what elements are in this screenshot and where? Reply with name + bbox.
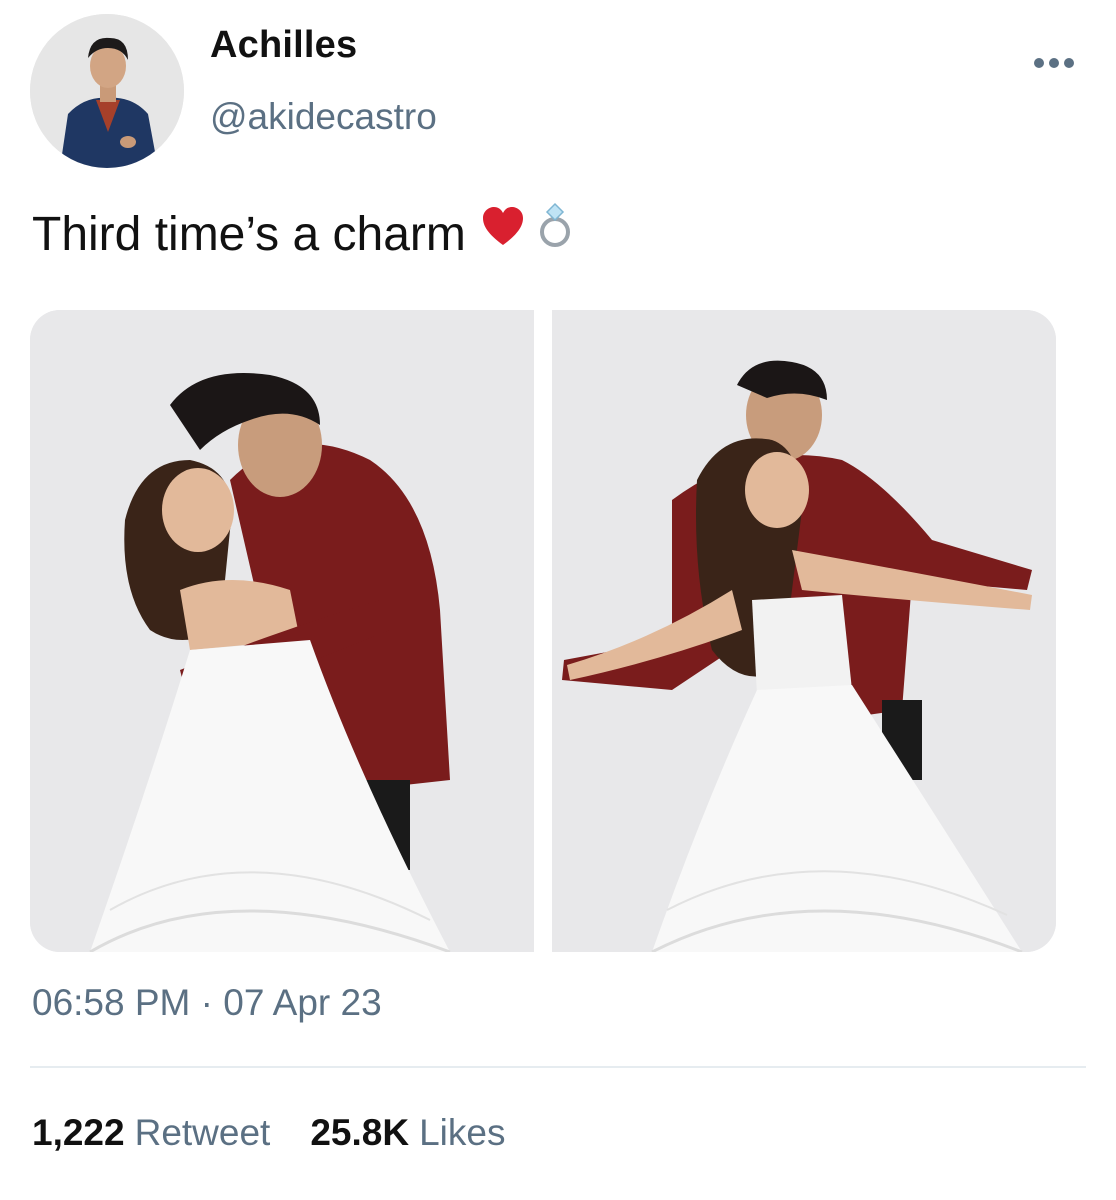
divider (30, 1066, 1086, 1068)
ring-icon (530, 200, 580, 270)
media-grid (30, 310, 1056, 952)
likes-label: Likes (419, 1112, 506, 1153)
avatar[interactable] (30, 14, 184, 168)
tweet-text: Third time’s a charm (32, 208, 466, 261)
retweet-label: Retweet (134, 1112, 271, 1153)
photo-right-image (552, 310, 1056, 952)
emoji-group (480, 200, 580, 270)
photo-left[interactable] (30, 310, 534, 952)
likes-stat[interactable]: 25.8K Likes (310, 1112, 505, 1154)
tweet-timestamp[interactable]: 06:58 PM · 07 Apr 23 (32, 982, 382, 1024)
retweet-count: 1,222 (32, 1112, 125, 1153)
avatar-image (30, 14, 184, 168)
heart-icon (480, 200, 526, 270)
tweet-card: Achilles @akidecastro Third time’s a cha… (0, 0, 1116, 1200)
likes-count: 25.8K (310, 1112, 410, 1153)
photo-left-image (30, 310, 534, 952)
more-horizontal-icon[interactable] (1032, 52, 1076, 74)
user-handle[interactable]: @akidecastro (210, 96, 437, 138)
tweet-stats: 1,222 Retweet 25.8K Likes (32, 1112, 505, 1154)
display-name[interactable]: Achilles (210, 24, 357, 67)
retweet-stat[interactable]: 1,222 Retweet (32, 1112, 270, 1154)
tweet-text-row: Third time’s a charm (32, 200, 580, 270)
photo-right[interactable] (552, 310, 1056, 952)
